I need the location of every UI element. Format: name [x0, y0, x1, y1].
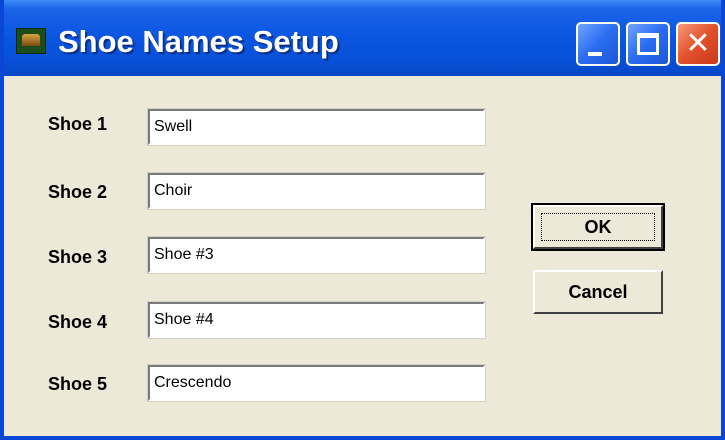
cancel-button[interactable]: Cancel — [533, 270, 663, 314]
window-title: Shoe Names Setup — [58, 24, 339, 59]
app-icon — [16, 28, 46, 54]
maximize-icon — [637, 33, 659, 55]
minimize-icon — [588, 52, 602, 56]
shoe-5-label: Shoe 5 — [48, 374, 108, 394]
shoe-1-input[interactable] — [147, 108, 486, 146]
dialog-window: Shoe Names Setup ✕ Shoe 1 Shoe 2 Shoe 3 … — [0, 0, 725, 440]
maximize-button[interactable] — [626, 22, 670, 66]
cancel-button-label: Cancel — [568, 281, 628, 302]
shoe-4-label: Shoe 4 — [48, 312, 108, 332]
shoe-3-input[interactable] — [147, 236, 486, 274]
title-bar[interactable]: Shoe Names Setup ✕ — [4, 0, 721, 76]
minimize-button[interactable] — [576, 22, 620, 66]
shoe-5-input[interactable] — [147, 364, 486, 402]
shoe-4-input[interactable] — [147, 301, 486, 339]
shoe-2-input[interactable] — [147, 172, 486, 210]
close-button[interactable]: ✕ — [676, 22, 720, 66]
shoe-3-label: Shoe 3 — [48, 247, 108, 267]
close-icon: ✕ — [685, 26, 711, 61]
ok-button[interactable]: OK — [531, 203, 665, 251]
shoe-2-label: Shoe 2 — [48, 182, 108, 202]
ok-button-label: OK — [584, 216, 612, 237]
shoe-1-label: Shoe 1 — [48, 114, 108, 134]
